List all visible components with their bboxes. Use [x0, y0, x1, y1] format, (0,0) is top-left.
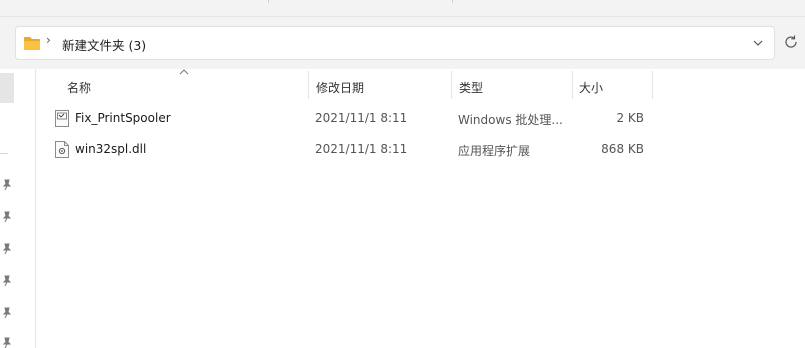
file-list: 名称 修改日期 类型 大小 Fix_PrintSpooler 2021/11/1… — [36, 69, 805, 348]
column-header-size[interactable]: 大小 — [579, 79, 603, 96]
file-type: 应用程序扩展 — [458, 144, 531, 158]
address-row: › 新建文件夹 (3) — [0, 17, 805, 69]
breadcrumb-chevron-icon[interactable]: › — [46, 33, 51, 47]
table-row[interactable]: win32spl.dll 2021/11/1 8:11 应用程序扩展 868 K… — [36, 134, 805, 164]
file-date: 2021/11/1 8:11 — [315, 111, 408, 125]
column-header-type[interactable]: 类型 — [459, 79, 483, 96]
dll-file-icon — [55, 141, 69, 158]
file-size: 868 KB — [601, 142, 644, 156]
address-bar[interactable]: › 新建文件夹 (3) — [15, 26, 775, 60]
pin-icon[interactable] — [2, 307, 12, 319]
toolbar-separator — [268, 0, 269, 3]
nav-selected-item[interactable] — [0, 73, 14, 103]
pin-icon[interactable] — [2, 337, 12, 348]
column-divider[interactable] — [308, 71, 309, 99]
toolbar-strip — [0, 0, 805, 17]
file-name: win32spl.dll — [75, 142, 147, 156]
table-row[interactable]: Fix_PrintSpooler 2021/11/1 8:11 Windows … — [36, 103, 805, 133]
pin-icon[interactable] — [2, 275, 12, 287]
nav-divider — [0, 153, 8, 154]
file-name: Fix_PrintSpooler — [75, 111, 171, 125]
sort-ascending-icon — [179, 69, 189, 75]
column-divider[interactable] — [652, 71, 653, 99]
navigation-pane — [0, 69, 36, 348]
column-divider[interactable] — [451, 71, 452, 99]
breadcrumb-current-folder[interactable]: 新建文件夹 (3) — [62, 35, 146, 54]
column-header-date[interactable]: 修改日期 — [316, 79, 364, 96]
file-explorer-window: › 新建文件夹 (3) 名称 修改日期 类型 大小 Fix_PrintSpool… — [0, 0, 805, 348]
batch-file-icon — [55, 110, 69, 127]
file-type: Windows 批处理... — [458, 113, 563, 127]
folder-icon — [24, 37, 40, 50]
column-header-name[interactable]: 名称 — [67, 79, 91, 96]
pin-icon[interactable] — [2, 211, 12, 223]
toolbar-separator — [452, 0, 453, 3]
pin-icon[interactable] — [2, 243, 12, 255]
pin-icon[interactable] — [2, 179, 12, 191]
chevron-down-icon[interactable] — [750, 35, 766, 51]
file-date: 2021/11/1 8:11 — [315, 142, 408, 156]
column-header-row: 名称 修改日期 类型 大小 — [36, 69, 805, 101]
file-size: 2 KB — [616, 111, 644, 125]
column-divider[interactable] — [572, 71, 573, 99]
refresh-icon[interactable] — [783, 34, 799, 50]
